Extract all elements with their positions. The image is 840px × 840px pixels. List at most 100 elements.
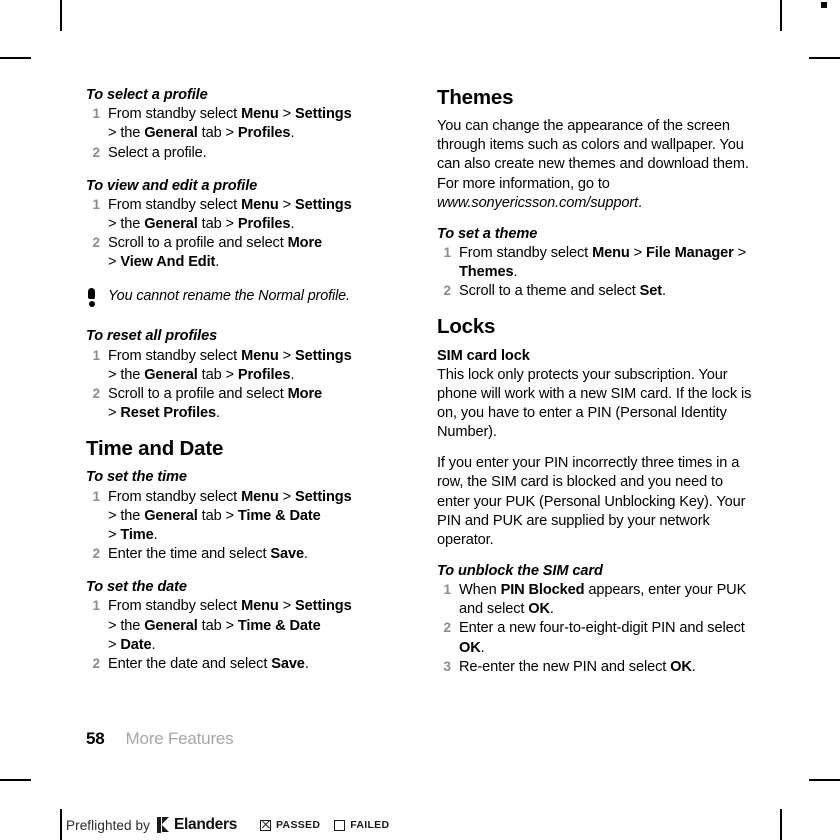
ui-term: More [287,385,323,402]
steps-reset-profiles: From standby select Menu > Settings > th… [86,347,405,423]
step-text: > [108,526,121,543]
step-item: From standby select Menu > Settings > th… [86,196,405,234]
section-heading-themes: Themes [437,86,514,109]
ui-term: Settings [294,347,352,364]
steps-set-time: From standby select Menu > Settings > th… [86,488,405,564]
ui-term: Settings [294,598,352,615]
ui-term: Time & Date [237,507,321,524]
manual-page: To select a profile From standby select … [0,0,840,840]
step-text: . [151,636,156,653]
step-text: > the [108,507,145,524]
step-continuation: > the General tab > Time & Date [108,617,405,636]
ui-term: Menu [241,197,279,214]
ui-term: General [144,366,198,383]
ui-term: Save [271,655,305,672]
steps-set-theme: From standby select Menu > File Manager … [437,244,756,301]
step-text: > [278,488,295,505]
step-text: . [216,404,220,421]
ui-term: Set [639,283,663,300]
steps-unblock-sim: When PIN Blocked appears, enter your PUK… [437,581,756,677]
step-text: Scroll to a profile and select [108,235,288,252]
section-heading-locks: Locks [437,315,496,339]
step-text: Scroll to a theme and select [459,283,640,300]
ui-term: Profiles [237,366,291,383]
note-callout: You cannot rename the Normal profile. [86,287,405,308]
step-item: From standby select Menu > Settings > th… [86,488,405,545]
step-continuation: > Reset Profiles. [108,404,405,423]
ui-term: Save [270,545,304,562]
themes-description: You can change the appearance of the scr… [437,117,756,213]
step-text: tab > [197,125,238,142]
step-continuation: > View And Edit. [108,253,405,272]
ui-term: Profiles [237,216,291,233]
step-text: . [290,125,295,142]
ui-term: General [144,507,198,524]
step-text: From standby select [108,106,242,123]
procedure-heading-set-theme: To set a theme [437,225,538,242]
step-text: . [304,655,309,672]
sim-card-lock-paragraph-2: If you enter your PIN incorrectly three … [437,455,746,548]
step-continuation: > the General tab > Profiles. [108,366,405,385]
two-column-layout: To select a profile From standby select … [86,86,756,691]
step-text: > [733,245,747,262]
page-footer: 58 More Features [86,729,234,749]
ui-term: OK [528,601,550,618]
ui-term: File Manager [645,245,734,262]
step-continuation: > Time. [108,526,405,545]
ui-term: Settings [294,106,352,123]
step-text: > [108,404,121,421]
step-text: Enter a new four-to-eight-digit PIN and … [459,620,745,637]
step-text: From standby select [108,598,242,615]
step-text: From standby select [108,197,242,214]
steps-set-date: From standby select Menu > Settings > th… [86,597,405,673]
step-text: When [459,582,501,599]
step-text: Enter the time and select [108,545,271,562]
step-item: From standby select Menu > Settings > th… [86,105,405,143]
step-text: > [629,245,646,262]
section-heading-time-and-date: Time and Date [86,437,224,461]
ui-term: Menu [241,488,279,505]
ui-term: General [144,216,198,233]
step-item: From standby select Menu > Settings > th… [86,597,405,654]
ui-term: Menu [592,245,630,262]
ui-term: Settings [294,197,352,214]
step-item: From standby select Menu > Settings > th… [86,347,405,385]
step-text: Re-enter the new PIN and select [459,658,671,675]
right-column: Themes You can change the appearance of … [437,86,756,691]
note-text: You cannot rename the Normal profile. [108,287,350,304]
ui-term: General [144,617,198,634]
step-item: Select a profile. [86,144,405,163]
elanders-logo: Elanders [156,816,238,834]
step-item: Enter the time and select Save. [86,545,405,564]
elanders-wordmark: Elanders [173,816,238,833]
preflight-passed-status: PASSED [260,819,320,831]
procedure-heading-set-date: To set the date [86,579,187,596]
chapter-name: More Features [125,729,234,748]
step-text: Enter the date and select [108,655,272,672]
sim-card-lock-paragraph-1: This lock only protects your subscriptio… [437,366,752,441]
step-continuation: > the General tab > Profiles. [108,124,405,143]
themes-description-end: . [638,194,642,211]
ui-term: Date [120,636,152,653]
exclamation-icon [88,287,95,308]
step-text: Scroll to a profile and select [108,385,288,402]
step-text: From standby select [459,245,593,262]
step-text: tab > [197,617,238,634]
step-text: . [303,545,308,562]
step-text: . [691,658,696,675]
step-item: Scroll to a profile and select More > Vi… [86,234,405,272]
step-continuation: > Date. [108,636,405,655]
checkbox-checked-icon [260,819,272,831]
ui-term: More [287,235,323,252]
step-text: tab > [197,216,238,233]
step-text: tab > [197,366,238,383]
step-text: . [153,526,158,543]
step-item: From standby select Menu > File Manager … [437,244,756,282]
step-text: > the [108,216,145,233]
step-text: tab > [197,507,238,524]
step-text: Select a profile. [108,144,207,161]
step-item: Scroll to a theme and select Set. [437,282,756,301]
step-item: When PIN Blocked appears, enter your PUK… [437,581,756,619]
step-text: > [278,347,295,364]
passed-label: PASSED [276,819,321,831]
